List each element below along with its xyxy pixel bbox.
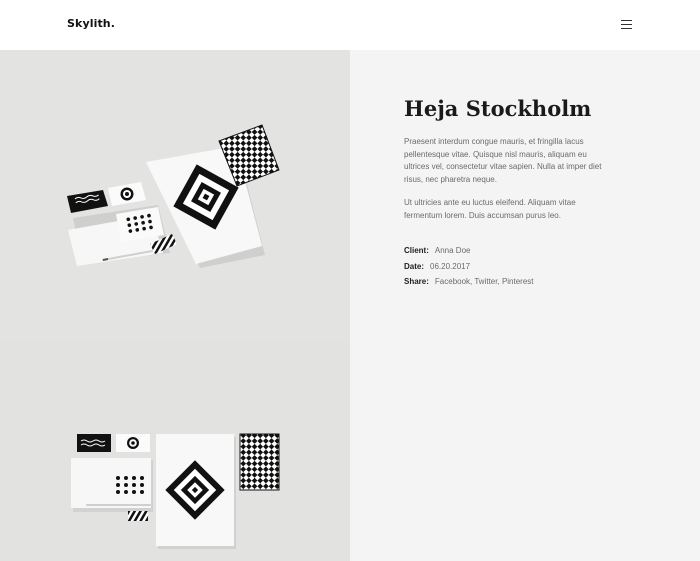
business-card-wave (77, 434, 111, 452)
stationery-mockup-angled (67, 124, 280, 268)
share-facebook-link[interactable]: Facebook (435, 277, 470, 286)
gallery-image-flat (0, 342, 350, 561)
checker-notebook (239, 433, 280, 491)
share-pinterest-link[interactable]: Pinterest (502, 277, 534, 286)
meta-date: Date: 06.20.2017 (404, 262, 470, 271)
share-twitter-link[interactable]: Twitter (474, 277, 497, 286)
client-value: Anna Doe (434, 246, 471, 255)
usb-stick (128, 511, 148, 521)
hamburger-menu-icon[interactable] (620, 18, 634, 30)
meta-client: Client: Anna Doe (404, 246, 470, 255)
project-description: Ut ultricies ante eu luctus eleifend. Al… (404, 198, 576, 220)
date-label: Date: (404, 262, 425, 271)
meta-share: Share: Facebook, Twitter, Pinterest (404, 277, 534, 286)
site-logo[interactable]: Skylith. (67, 17, 115, 30)
share-label: Share: (404, 277, 429, 286)
client-label: Client: (404, 246, 429, 255)
envelope (71, 458, 151, 508)
gallery-image-angled (0, 50, 350, 342)
menu-line (621, 24, 632, 25)
menu-line (621, 28, 632, 29)
project-details: Heja Stockholm Praesent interdum congue … (350, 50, 700, 561)
stationery-mockup-flat (71, 433, 280, 549)
date-value: 06.20.2017 (430, 262, 471, 271)
project-description: Praesent interdum congue mauris, et frin… (404, 137, 602, 184)
project-title: Heja Stockholm (404, 96, 592, 121)
site-header: Skylith. (0, 0, 700, 50)
menu-line (621, 20, 632, 21)
